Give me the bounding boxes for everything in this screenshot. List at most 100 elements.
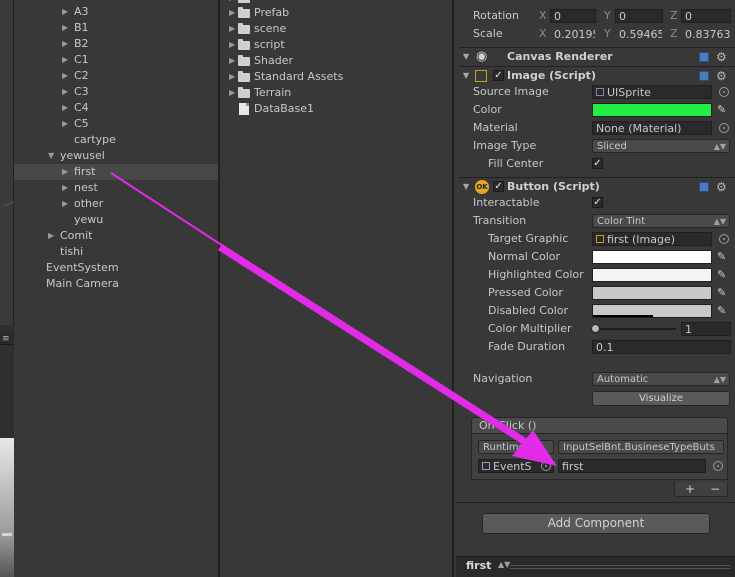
- axis-z-label[interactable]: Z: [670, 7, 678, 25]
- gear-icon[interactable]: ⚙: [716, 180, 728, 194]
- hierarchy-item-other[interactable]: ▶ other: [14, 196, 218, 212]
- add-component-button[interactable]: Add Component: [482, 513, 710, 534]
- hierarchy-item-yewusel[interactable]: ▼ yewusel: [14, 148, 218, 164]
- eyedropper-icon[interactable]: ✎: [717, 305, 729, 317]
- color-multiplier-slider-handle[interactable]: [591, 324, 600, 333]
- axis-x-label[interactable]: X: [539, 25, 547, 43]
- hierarchy-item-b2[interactable]: ▶ B2: [14, 36, 218, 52]
- object-picker-icon[interactable]: [719, 87, 729, 97]
- collapsed-arrow-icon[interactable]: ▶: [62, 116, 72, 132]
- collapsed-arrow-icon[interactable]: ▶: [229, 85, 235, 101]
- function-dropdown[interactable]: InputSelBnt.BusineseTypeButs: [558, 440, 724, 454]
- collapsed-arrow-icon[interactable]: ▶: [48, 228, 58, 244]
- project-item-scene[interactable]: ▶ scene: [222, 21, 452, 37]
- interactable-checkbox[interactable]: ✓: [592, 197, 603, 208]
- disabled-color-swatch[interactable]: [592, 304, 712, 318]
- eyedropper-icon[interactable]: ✎: [717, 269, 729, 281]
- hierarchy-item-cartype[interactable]: cartype: [14, 132, 218, 148]
- scale-y-field[interactable]: 0.59465: [615, 27, 663, 41]
- collapsed-arrow-icon[interactable]: ▶: [229, 21, 235, 37]
- scale-z-field[interactable]: 0.83763: [681, 27, 735, 41]
- axis-z-label[interactable]: Z: [670, 25, 678, 43]
- collapsed-arrow-icon[interactable]: ▶: [62, 52, 72, 68]
- hierarchy-item-comit[interactable]: ▶ Comit: [14, 228, 218, 244]
- scene-view-panel[interactable]: [0, 0, 14, 325]
- collapsed-arrow-icon[interactable]: ▶: [62, 4, 72, 20]
- object-picker-icon[interactable]: [541, 461, 551, 471]
- hierarchy-item-c3[interactable]: ▶ C3: [14, 84, 218, 100]
- collapsed-arrow-icon[interactable]: ▶: [62, 84, 72, 100]
- axis-x-label[interactable]: X: [539, 7, 547, 25]
- hierarchy-item-c2[interactable]: ▶ C2: [14, 68, 218, 84]
- hierarchy-item-tishi[interactable]: tishi: [14, 244, 218, 260]
- collapsed-arrow-icon[interactable]: ▶: [229, 37, 235, 53]
- fill-center-checkbox[interactable]: ✓: [592, 158, 603, 169]
- color-swatch[interactable]: [592, 103, 712, 117]
- collapsed-arrow-icon[interactable]: ▶: [62, 100, 72, 116]
- dropdown-caret-icon[interactable]: ▲▼: [498, 560, 510, 569]
- scale-x-field[interactable]: 0.20195: [550, 27, 596, 41]
- hierarchy-item-yewu[interactable]: yewu: [14, 212, 218, 228]
- material-field[interactable]: None (Material): [592, 121, 712, 135]
- color-multiplier-slider-track[interactable]: [594, 328, 676, 330]
- event-object-field[interactable]: EventS: [478, 459, 554, 473]
- collapsed-arrow-icon[interactable]: ▶: [62, 68, 72, 84]
- help-book-icon[interactable]: [699, 52, 709, 62]
- hierarchy-item-main-camera[interactable]: Main Camera: [14, 276, 218, 292]
- source-image-field[interactable]: UISprite: [592, 85, 712, 99]
- object-picker-icon[interactable]: [719, 234, 729, 244]
- help-book-icon[interactable]: [699, 71, 709, 81]
- hierarchy-item-c1[interactable]: ▶ C1: [14, 52, 218, 68]
- image-enabled-checkbox[interactable]: ✓: [493, 70, 504, 81]
- project-item-terrain[interactable]: ▶ Terrain: [222, 85, 452, 101]
- image-script-header[interactable]: ▼ ✓ Image (Script) ⚙: [459, 66, 735, 84]
- hierarchy-item-c5[interactable]: ▶ C5: [14, 116, 218, 132]
- project-item-shader[interactable]: ▶ Shader: [222, 53, 452, 69]
- collapsed-arrow-icon[interactable]: ▶: [62, 164, 72, 180]
- collapsed-arrow-icon[interactable]: ▶: [62, 180, 72, 196]
- runtime-mode-dropdown[interactable]: Runtime O: [478, 440, 554, 454]
- target-graphic-field[interactable]: first (Image): [592, 232, 712, 246]
- collapsed-arrow-icon[interactable]: ▶: [62, 196, 72, 212]
- collapsed-arrow-icon[interactable]: ▶: [62, 20, 72, 36]
- eyedropper-icon[interactable]: ✎: [717, 287, 729, 299]
- collapsed-arrow-icon[interactable]: ▶: [229, 53, 235, 69]
- eyedropper-icon[interactable]: ✎: [717, 104, 729, 116]
- transition-dropdown[interactable]: Color Tint ▲▼: [592, 214, 730, 228]
- collapsed-arrow-icon[interactable]: ▶: [229, 5, 235, 21]
- project-item-standard-assets[interactable]: ▶ Standard Assets: [222, 69, 452, 85]
- button-script-header[interactable]: ▼ OK ✓ Button (Script) ⚙: [459, 177, 735, 195]
- navigation-dropdown[interactable]: Automatic ▲▼: [592, 372, 730, 386]
- game-tab-menu[interactable]: ≡: [0, 333, 14, 345]
- hierarchy-item-first[interactable]: ▶ first: [14, 164, 218, 180]
- button-enabled-checkbox[interactable]: ✓: [493, 181, 504, 192]
- game-view-panel[interactable]: [0, 438, 14, 577]
- object-picker-icon[interactable]: [719, 123, 729, 133]
- hierarchy-item-nest[interactable]: ▶ nest: [14, 180, 218, 196]
- hierarchy-item-a3[interactable]: ▶ A3: [14, 4, 218, 20]
- pressed-color-swatch[interactable]: [592, 286, 712, 300]
- selected-object-label[interactable]: first: [466, 559, 491, 572]
- rotation-y-field[interactable]: 0: [615, 9, 663, 23]
- collapsed-arrow-icon[interactable]: ▶: [229, 69, 235, 85]
- axis-y-label[interactable]: Y: [604, 25, 611, 43]
- event-argument-field[interactable]: first: [558, 459, 706, 473]
- fade-duration-field[interactable]: 0.1: [592, 340, 731, 354]
- gear-icon[interactable]: ⚙: [716, 69, 728, 83]
- object-picker-icon[interactable]: [713, 461, 723, 471]
- remove-event-button[interactable]: −: [710, 482, 720, 496]
- image-type-dropdown[interactable]: Sliced ▲▼: [592, 139, 730, 153]
- hierarchy-item-eventsystem[interactable]: EventSystem: [14, 260, 218, 276]
- rotation-x-field[interactable]: 0: [550, 9, 596, 23]
- axis-y-label[interactable]: Y: [604, 7, 611, 25]
- fold-arrow-icon[interactable]: ▼: [463, 48, 469, 66]
- canvas-renderer-header[interactable]: ▼ ◉ Canvas Renderer ⚙: [459, 47, 735, 65]
- gear-icon[interactable]: ⚙: [716, 50, 728, 64]
- help-book-icon[interactable]: [699, 182, 709, 192]
- hierarchy-item-b1[interactable]: ▶ B1: [14, 20, 218, 36]
- visualize-button[interactable]: Visualize: [592, 391, 730, 406]
- project-item-prefab[interactable]: ▶ Prefab: [222, 5, 452, 21]
- eyedropper-icon[interactable]: ✎: [717, 251, 729, 263]
- rotation-z-field[interactable]: 0: [681, 9, 731, 23]
- add-event-button[interactable]: +: [685, 482, 695, 496]
